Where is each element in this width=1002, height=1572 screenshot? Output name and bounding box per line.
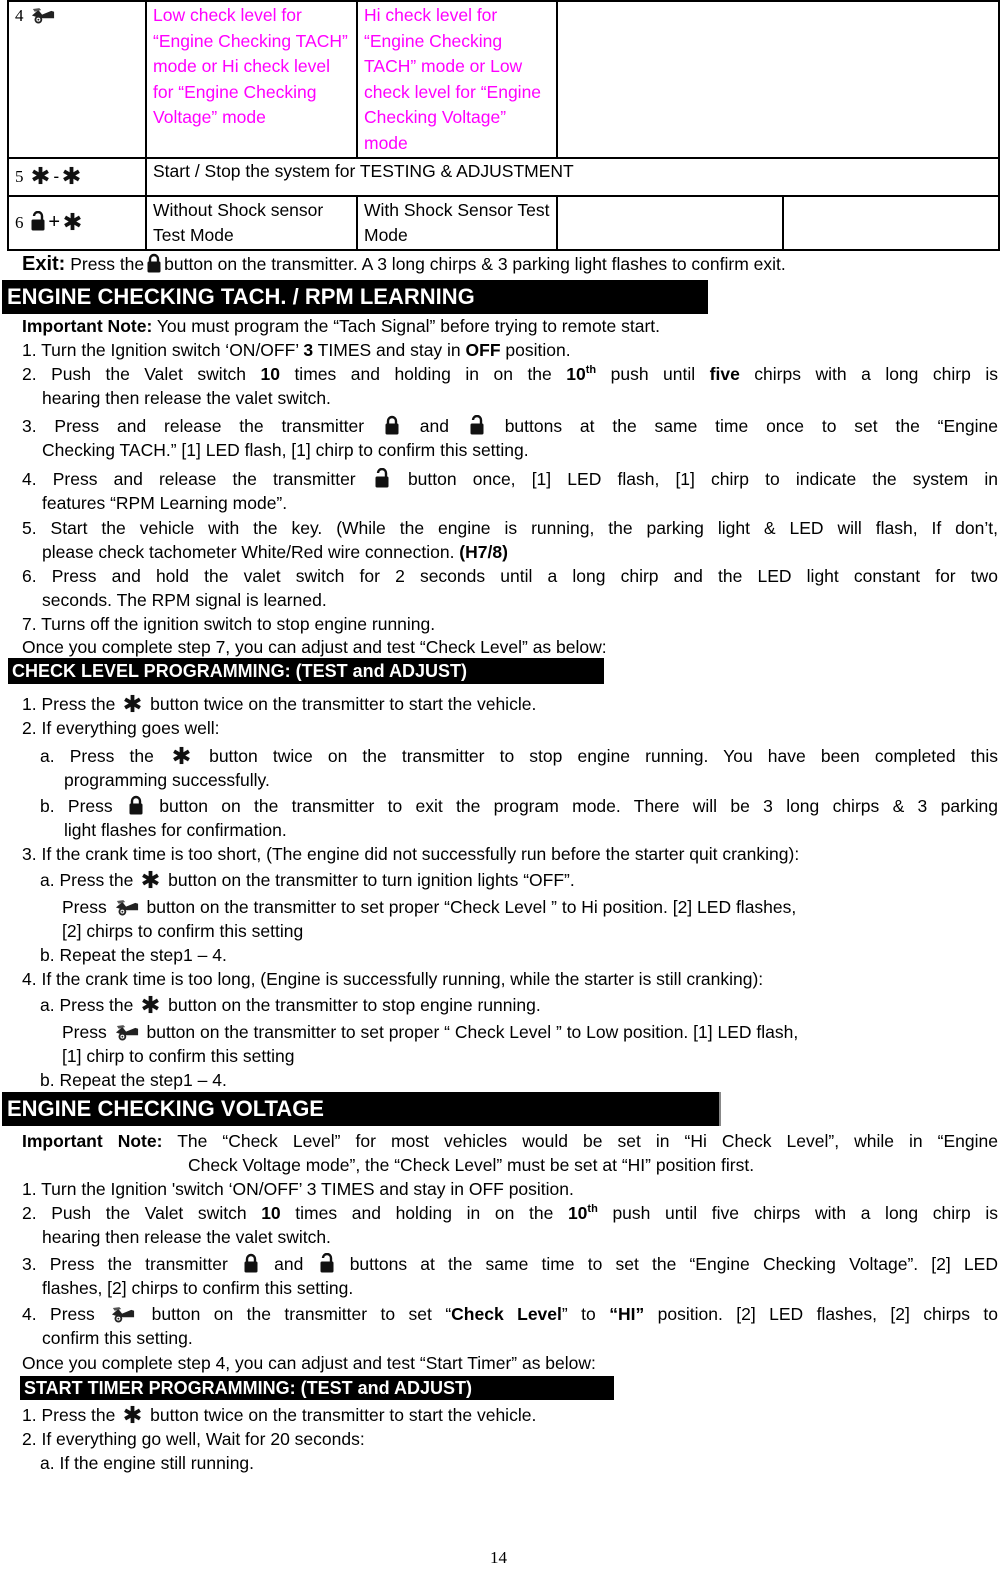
lock-icon [147,253,161,273]
lock-icon [244,1253,258,1273]
table-row: 5 - Start / Stop the system for TESTING … [7,157,1000,197]
volt-step-1: 1. Turn the Ignition 'switch ‘ON/OFF’ 3 … [22,1179,574,1199]
row-span-cell: Start / Stop the system for TESTING & AD… [145,157,1000,197]
cl-step-1: 1. Press the button twice on the transmi… [22,694,537,714]
tach-step-6: 6. Press and hold the valet switch for 2… [22,566,998,586]
tach-once: Once you complete step 7, you can adjust… [22,637,607,657]
cl-step-4a-cont: [1] chirp to confirm this setting [62,1046,295,1066]
volt-step-3: 3. Press the transmitter and buttons at … [22,1253,998,1274]
st-step-2: 2. If everything go well, Wait for 20 se… [22,1429,365,1449]
volt-important-note-cont: Check Voltage mode”, the “Check Level” m… [188,1155,755,1175]
exit-text-pre: Press the [70,254,145,274]
row-col2-cell: Hi check level for “Engine Checking TACH… [356,0,558,159]
cl-step-4a: a. Press the button on the transmitter t… [40,995,541,1015]
volt-important-note: Important Note: The “Check Level” for mo… [22,1131,998,1151]
exit-text-post: button on the transmitter. A 3 long chir… [164,254,786,274]
cl-step-2a-cont: programming successfully. [64,770,270,790]
cl-step-3a-press: Press button on the transmitter to set p… [62,897,797,917]
unlock-icon [375,468,389,488]
car-trunk-icon [115,1024,139,1041]
page-number: 14 [490,1548,507,1567]
row-number: 6 [15,213,24,233]
section-header-tach: ENGINE CHECKING TACH. / RPM LEARNING [2,280,708,314]
tach-step-2: 2. Push the Valet switch 10 times and ho… [22,364,998,384]
row-col3-cell [556,0,1000,159]
config-table: 4 Low check level for “Engine Checking T… [7,0,1000,251]
note-text: You must program the “Tach Signal” befor… [156,316,661,336]
row-col4-cell [782,195,1000,251]
row-number: 5 [15,167,24,187]
asterisk-icon [172,746,191,765]
tach-step-4-cont: features “RPM Learning mode”. [42,493,288,513]
tach-step-5-cont: please check tachometer White/Red wire c… [42,542,508,562]
tach-step-7: 7. Turns off the ignition switch to stop… [22,614,436,634]
asterisk-icon [141,995,160,1014]
cl-step-3: 3. If the crank time is too short, (The … [22,844,800,864]
car-trunk-icon [31,7,55,24]
lock-icon [129,795,143,815]
tach-step-3: 3. Press and release the transmitter and… [22,415,998,436]
st-step-2a: a. If the engine still running. [40,1453,255,1473]
cl-step-3a-cont: [2] chirps to confirm this setting [62,921,304,941]
cl-step-3a: a. Press the button on the transmitter t… [40,870,575,890]
table-row: 4 Low check level for “Engine Checking T… [7,0,1000,159]
tach-step-5: 5. Start the vehicle with the key. (Whil… [22,518,998,538]
cl-step-4: 4. If the crank time is too long, (Engin… [22,969,764,989]
row-col3-cell [556,195,784,251]
lock-icon [385,415,399,435]
cl-step-2b: b. Press button on the transmitter to ex… [40,795,998,816]
asterisk-icon [123,694,142,713]
volt-step-4: 4. Press button on the transmitter to se… [22,1304,998,1324]
tach-step-4: 4. Press and release the transmitter but… [22,468,998,489]
section-header-start-timer: START TIMER PROGRAMMING: (TEST and ADJUS… [20,1376,614,1400]
section-header-check-level: CHECK LEVEL PROGRAMMING: (TEST and ADJUS… [8,658,604,684]
asterisk-icon [63,212,82,231]
table-row: 6 + Without Shock sensor Test Mode With … [7,195,1000,251]
asterisk-icon [123,1405,142,1424]
note-label: Important Note: [22,316,153,336]
st-step-1: 1. Press the button twice on the transmi… [22,1405,537,1425]
row-number: 4 [15,6,24,25]
exit-instruction: Exit: Press the button on the transmitter… [22,252,786,276]
volt-step-2-cont: hearing then release the valet switch. [42,1227,331,1247]
tach-step-2-cont: hearing then release the valet switch. [42,388,331,408]
exit-label: Exit: [22,253,66,275]
unlock-icon [470,415,484,435]
tach-step-6-cont: seconds. The RPM signal is learned. [42,590,327,610]
tach-step-3-cont: Checking TACH.” [1] LED flash, [1] chirp… [42,440,529,460]
asterisk-icon [141,870,160,889]
tach-important-note: Important Note: You must program the “Ta… [22,314,660,338]
tach-step-1: 1. Turn the Ignition switch ‘ON/OFF’ 3 T… [22,340,571,360]
row-key-cell: 4 [7,0,147,159]
cl-step-2a: a. Press the button twice on the transmi… [40,746,998,766]
unlock-icon [320,1253,334,1273]
car-trunk-icon [111,1306,135,1323]
row-col1-cell: Low check level for “Engine Checking TAC… [145,0,358,159]
cl-step-2: 2. If everything goes well: [22,718,220,738]
car-trunk-icon [115,899,139,916]
row-col1-cell: Without Shock sensor Test Mode [145,195,358,251]
volt-step-4-cont: confirm this setting. [42,1328,193,1348]
unlock-icon [31,211,45,231]
section-header-voltage: ENGINE CHECKING VOLTAGE [2,1092,721,1126]
separator: + [48,211,61,234]
asterisk-icon [62,166,81,185]
cl-step-4a-press: Press button on the transmitter to set p… [62,1022,799,1042]
asterisk-icon [31,166,50,185]
cl-step-4b: b. Repeat the step1 – 4. [40,1070,227,1090]
row-key-cell: 6 + [7,195,147,251]
cl-step-2b-cont: light flashes for confirmation. [64,820,287,840]
volt-step-3-cont: flashes, [2] chirps to confirm this sett… [42,1278,354,1298]
cl-step-3b: b. Repeat the step1 – 4. [40,945,227,965]
row-key-cell: 5 - [7,157,147,197]
row-col2-cell: With Shock Sensor Test Mode [356,195,558,251]
separator: - [53,166,60,187]
volt-once: Once you complete step 4, you can adjust… [22,1353,596,1373]
volt-step-2: 2. Push the Valet switch 10 times and ho… [22,1203,998,1223]
